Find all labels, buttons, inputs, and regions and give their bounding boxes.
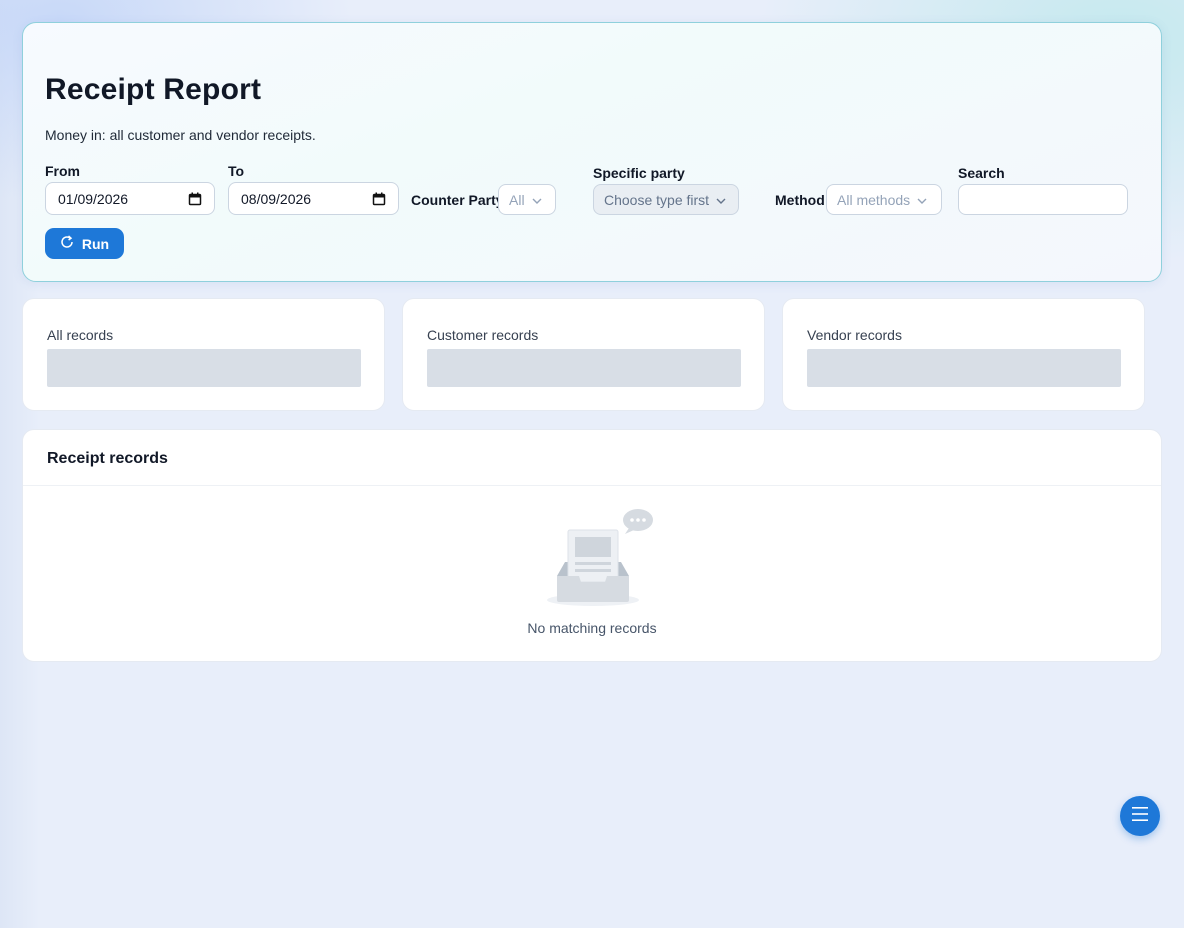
to-label: To	[228, 163, 245, 179]
run-button[interactable]: Run	[45, 228, 124, 259]
empty-inbox-icon	[543, 506, 663, 615]
records-panel: Receipt records No matching records	[22, 429, 1162, 662]
stat-label: Vendor records	[807, 327, 902, 343]
chevron-down-icon	[531, 194, 543, 206]
records-title: Receipt records	[47, 450, 168, 467]
page-title: Receipt Report	[45, 73, 262, 106]
to-date-input[interactable]: 08/09/2026	[228, 182, 399, 215]
menu-button[interactable]	[1120, 796, 1160, 836]
calendar-icon[interactable]	[372, 192, 386, 206]
filter-card: Receipt Report Money in: all customer an…	[22, 22, 1162, 282]
specific-party-label: Specific party	[593, 165, 685, 181]
specific-party-placeholder: Choose type first	[604, 191, 710, 208]
specific-party-select[interactable]: Choose type first	[593, 184, 739, 215]
counter-party-label: Counter Party	[411, 192, 504, 208]
to-date-value: 08/09/2026	[241, 190, 312, 207]
stat-skeleton	[427, 349, 741, 387]
stat-label: All records	[47, 327, 114, 343]
from-date-value: 01/09/2026	[58, 190, 129, 207]
customer-records-card: Customer records	[402, 298, 765, 411]
method-select[interactable]: All methods	[826, 184, 942, 215]
vendor-records-card: Vendor records	[782, 298, 1145, 411]
counter-party-value: All	[509, 191, 525, 208]
stat-label: Customer records	[427, 327, 539, 343]
all-records-card: All records	[22, 298, 385, 411]
divider	[23, 485, 1161, 486]
search-label: Search	[958, 165, 1005, 181]
from-label: From	[45, 163, 80, 179]
refresh-icon	[60, 235, 74, 252]
chevron-down-icon	[715, 194, 727, 206]
from-date-input[interactable]: 01/09/2026	[45, 182, 215, 215]
empty-message: No matching records	[527, 620, 657, 636]
stat-skeleton	[807, 349, 1121, 387]
search-input[interactable]	[958, 184, 1128, 215]
counter-party-select[interactable]: All	[498, 184, 556, 215]
chevron-down-icon	[916, 194, 928, 206]
menu-icon	[1131, 806, 1149, 827]
method-label: Method	[775, 192, 825, 208]
method-value: All methods	[837, 191, 911, 208]
run-label: Run	[81, 235, 110, 252]
page-subtitle: Money in: all customer and vendor receip…	[45, 127, 316, 143]
stat-skeleton	[47, 349, 361, 387]
calendar-icon[interactable]	[188, 192, 202, 206]
